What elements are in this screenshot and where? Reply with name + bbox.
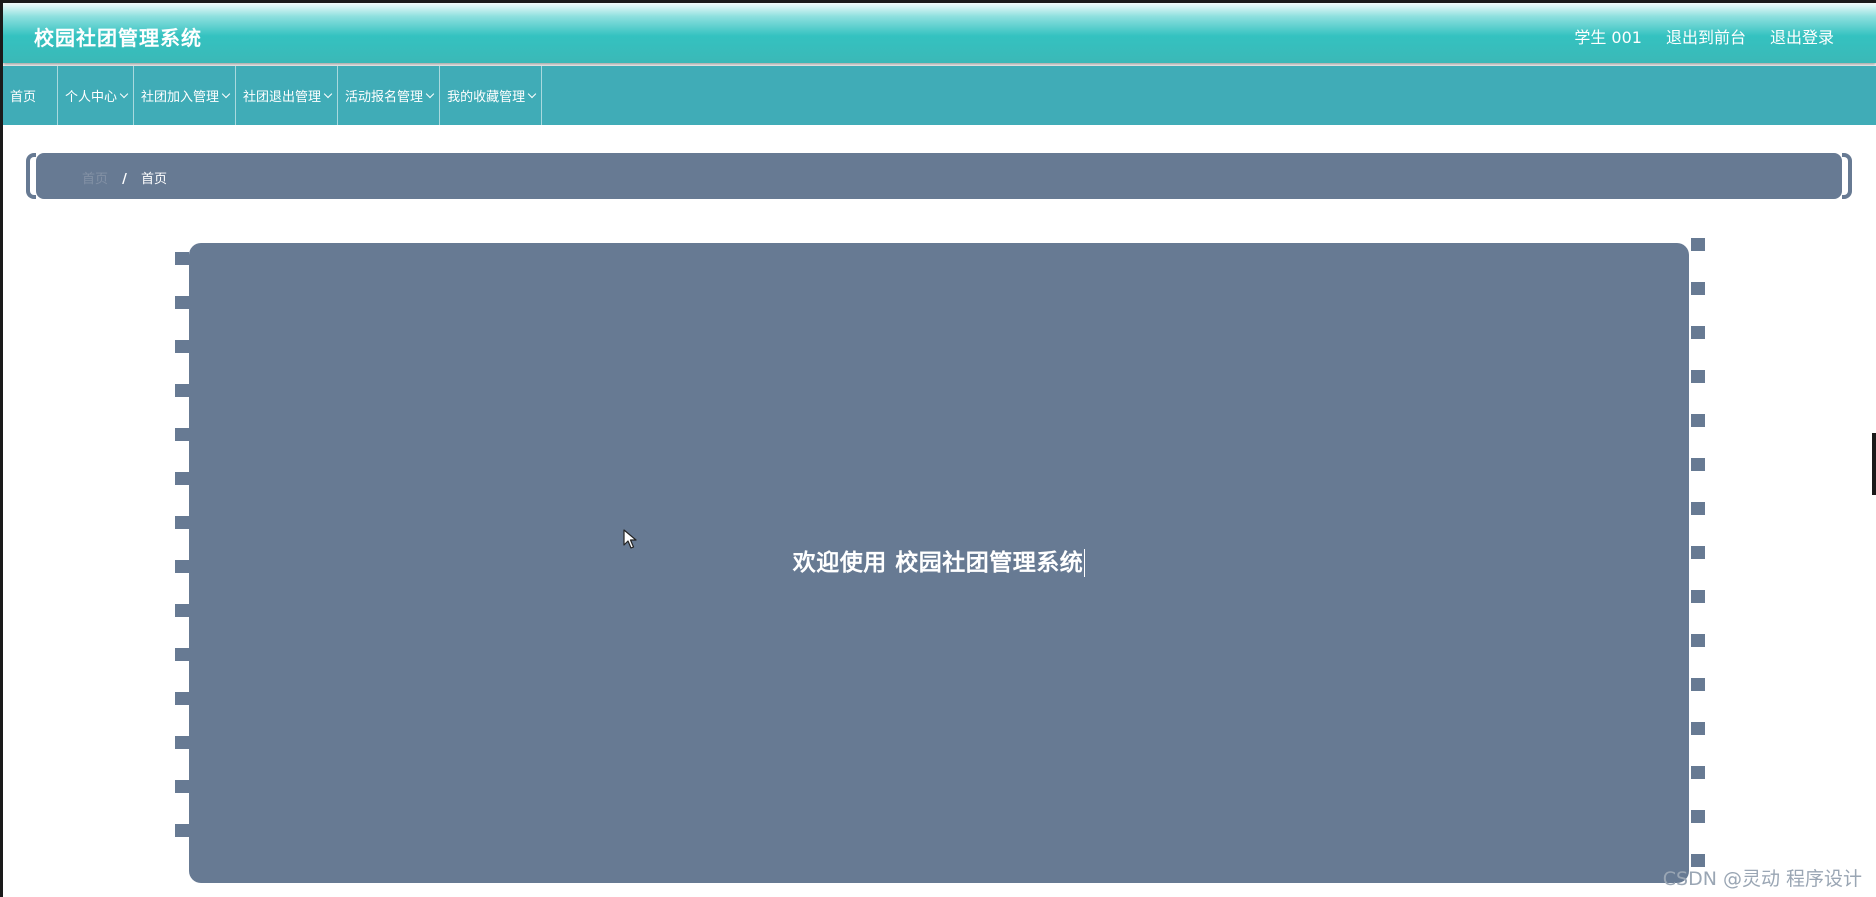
nav-item-club-quit[interactable]: 社团退出管理 xyxy=(236,66,339,125)
nav-item-club-join[interactable]: 社团加入管理 xyxy=(134,66,237,125)
card-edge-notch xyxy=(1691,370,1705,383)
nav-item-home[interactable]: 首页 xyxy=(3,66,58,125)
chevron-down-icon xyxy=(119,89,129,99)
breadcrumb-right-bracket xyxy=(1842,153,1852,199)
card-edge-notch xyxy=(175,296,189,309)
card-edge-notch xyxy=(175,824,189,837)
card-edge-notch xyxy=(1691,282,1705,295)
breadcrumb-text: 首页 / 首页 xyxy=(82,168,167,187)
card-edge-notch xyxy=(1691,766,1705,779)
breadcrumb-left-bracket xyxy=(26,153,36,199)
nav-item-label: 我的收藏管理 xyxy=(447,90,526,105)
chevron-down-icon xyxy=(323,89,333,99)
card-edge-notch xyxy=(175,384,189,397)
card-edge-notch xyxy=(175,604,189,617)
main-nav: 首页 个人中心 社团加入管理 社团退出管理 活动报名管理 我的收藏管理 xyxy=(3,66,1876,125)
card-edge-notch xyxy=(1691,414,1705,427)
card-edge-notch xyxy=(175,692,189,705)
breadcrumb: 首页 / 首页 xyxy=(26,153,1852,199)
header-links: 学生 001 退出到前台 退出登录 xyxy=(1574,24,1834,48)
card-edge-notch xyxy=(1691,678,1705,691)
card-edge-notch xyxy=(175,428,189,441)
card-edge-notch xyxy=(1691,546,1705,559)
breadcrumb-current: 首页 xyxy=(141,172,168,187)
card-edge-notch xyxy=(1691,502,1705,515)
card-edge-notch xyxy=(1691,590,1705,603)
nav-item-label: 活动报名管理 xyxy=(345,90,424,105)
card-edge-notch xyxy=(175,560,189,573)
breadcrumb-separator: / xyxy=(122,172,127,187)
card-left-edge-decoration xyxy=(173,238,189,884)
watermark: CSDN @灵动 程序设计 xyxy=(1662,868,1862,890)
card-edge-notch xyxy=(1691,458,1705,471)
card-edge-notch xyxy=(1691,810,1705,823)
card-edge-notch xyxy=(175,780,189,793)
card-edge-notch xyxy=(175,252,189,265)
welcome-message: 欢迎使用 校园社团管理系统 xyxy=(792,549,1086,577)
nav-item-favorites[interactable]: 我的收藏管理 xyxy=(440,66,543,125)
card-edge-notch xyxy=(1691,238,1705,251)
nav-item-label: 首页 xyxy=(10,90,37,105)
card-edge-notch xyxy=(175,340,189,353)
mouse-cursor-icon xyxy=(623,529,637,549)
app-window: 校园社团管理系统 学生 001 退出到前台 退出登录 首页 个人中心 社团加入管… xyxy=(0,0,1876,897)
logout-link[interactable]: 退出登录 xyxy=(1770,24,1834,48)
exit-to-frontend-link[interactable]: 退出到前台 xyxy=(1666,24,1746,48)
current-user-link[interactable]: 学生 001 xyxy=(1574,24,1642,48)
nav-item-label: 社团退出管理 xyxy=(243,90,322,105)
window-edge-strip xyxy=(1872,433,1876,495)
welcome-card-wrapper: 欢迎使用 校园社团管理系统 xyxy=(173,238,1705,884)
card-right-edge-decoration xyxy=(1689,238,1705,884)
nav-item-personal-center[interactable]: 个人中心 xyxy=(58,66,135,125)
card-edge-notch xyxy=(1691,326,1705,339)
app-title: 校园社团管理系统 xyxy=(34,26,202,50)
chevron-down-icon xyxy=(425,89,435,99)
card-edge-notch xyxy=(1691,634,1705,647)
card-edge-notch xyxy=(175,472,189,485)
nav-item-activity-signup[interactable]: 活动报名管理 xyxy=(338,66,441,125)
breadcrumb-home-link[interactable]: 首页 xyxy=(82,172,108,187)
card-edge-notch xyxy=(1691,722,1705,735)
card-edge-notch xyxy=(175,516,189,529)
chevron-down-icon xyxy=(527,89,537,99)
nav-item-label: 社团加入管理 xyxy=(141,90,220,105)
nav-item-label: 个人中心 xyxy=(65,90,118,105)
welcome-card: 欢迎使用 校园社团管理系统 xyxy=(189,243,1689,883)
card-edge-notch xyxy=(175,648,189,661)
chevron-down-icon xyxy=(221,89,231,99)
card-edge-notch xyxy=(175,736,189,749)
top-header: 校园社团管理系统 学生 001 退出到前台 退出登录 xyxy=(3,3,1876,63)
breadcrumb-bar xyxy=(36,153,1842,199)
